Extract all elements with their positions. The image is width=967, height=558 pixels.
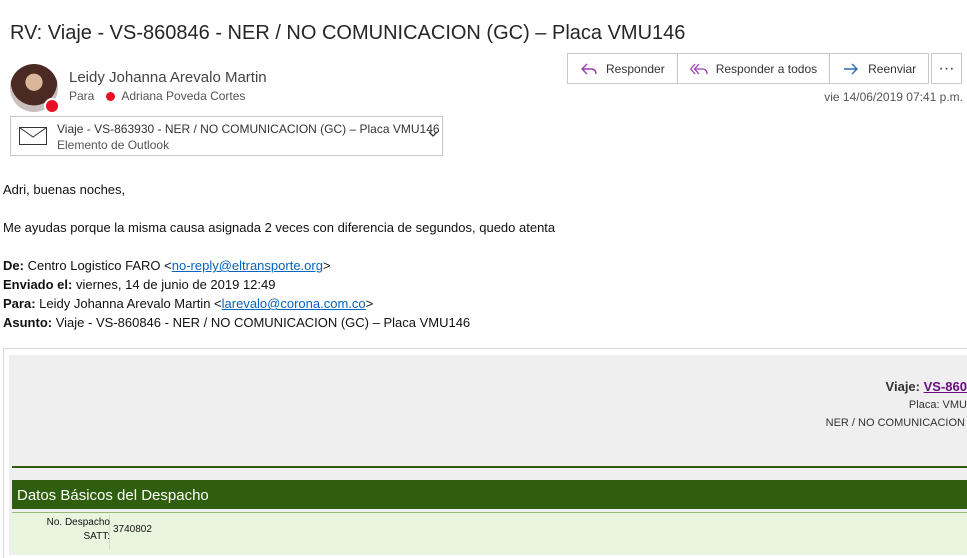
greeting-text: Adri, buenas noches, [3,182,126,197]
to-close: > [365,296,374,311]
trip-heading: Viaje: VS-860 [886,379,967,394]
presence-busy-icon [44,98,60,114]
trip-link[interactable]: VS-860 [924,379,967,394]
trip-status: NER / NO COMUNICACION [825,417,965,429]
recipient-presence-icon [106,91,116,101]
section-divider [12,466,967,468]
from-close: > [322,258,331,273]
recipient-name[interactable]: Adriana Poveda Cortes [121,89,245,103]
forward-sent-line: Enviado el: viernes, 14 de junio de 2019… [3,277,275,292]
section-title: Datos Básicos del Despacho [17,487,209,504]
sender-avatar[interactable] [10,64,60,114]
sent-label: Enviado el: [3,277,73,292]
envelope-icon [19,127,47,145]
reply-all-icon [689,63,708,74]
more-actions-button[interactable]: ··· [931,53,962,84]
forward-button[interactable]: Reenviar [829,53,930,84]
sender-name[interactable]: Leidy Johanna Arevalo Martin [69,69,267,86]
sent-value: viernes, 14 de junio de 2019 12:49 [75,277,276,292]
to-line-name: Leidy Johanna Arevalo Martin < [39,296,222,311]
from-email-link[interactable]: no-reply@eltransporte.org [172,258,323,273]
trip-label: Viaje: [885,379,920,394]
forward-subject-line: Asunto: Viaje - VS-860846 - NER / NO COM… [3,315,470,330]
forward-label: Reenviar [868,61,917,76]
reply-icon [581,63,597,74]
to-email-link[interactable]: larevalo@corona.com.co [222,296,366,311]
trip-plate: Placa: VMU [908,399,967,411]
attachment-card[interactable]: Viaje - VS-863930 - NER / NO COMUNICACIO… [10,116,443,156]
attachment-name: Viaje - VS-863930 - NER / NO COMUNICACIO… [57,122,440,136]
to-label: Para [69,89,95,103]
message-text: Me ayudas porque la misma causa asignada… [3,220,556,235]
chevron-down-icon[interactable] [427,129,439,139]
reply-button[interactable]: Responder [567,53,678,84]
from-name: Centro Logistico FARO < [27,258,172,273]
forward-to-line: Para: Leidy Johanna Arevalo Martin <lare… [3,296,373,311]
recipient-line: Para Adriana Poveda Cortes [69,89,245,103]
attachment-type: Elemento de Outlook [57,138,170,152]
forward-icon [844,63,859,74]
forward-from-line: De: Centro Logistico FARO <no-reply@eltr… [3,258,331,273]
message-actions-toolbar: Responder Responder a todos Reenviar [567,53,930,84]
dispatch-value: 3740802 [113,524,152,535]
from-label: De: [3,258,24,273]
sent-date: vie 14/06/2019 07:41 p.m. [824,90,963,104]
to-line-label: Para: [3,296,36,311]
reply-all-label: Responder a todos [715,61,818,76]
subject-value: Viaje - VS-860846 - NER / NO COMUNICACIO… [55,315,471,330]
dispatch-row [12,512,967,554]
reply-all-button[interactable]: Responder a todos [676,53,831,84]
subject-label: Asunto: [3,315,53,330]
reply-label: Responder [606,61,665,76]
dispatch-label: No. Despacho SATT: [46,517,110,542]
email-subject: RV: Viaje - VS-860846 - NER / NO COMUNIC… [10,22,686,44]
